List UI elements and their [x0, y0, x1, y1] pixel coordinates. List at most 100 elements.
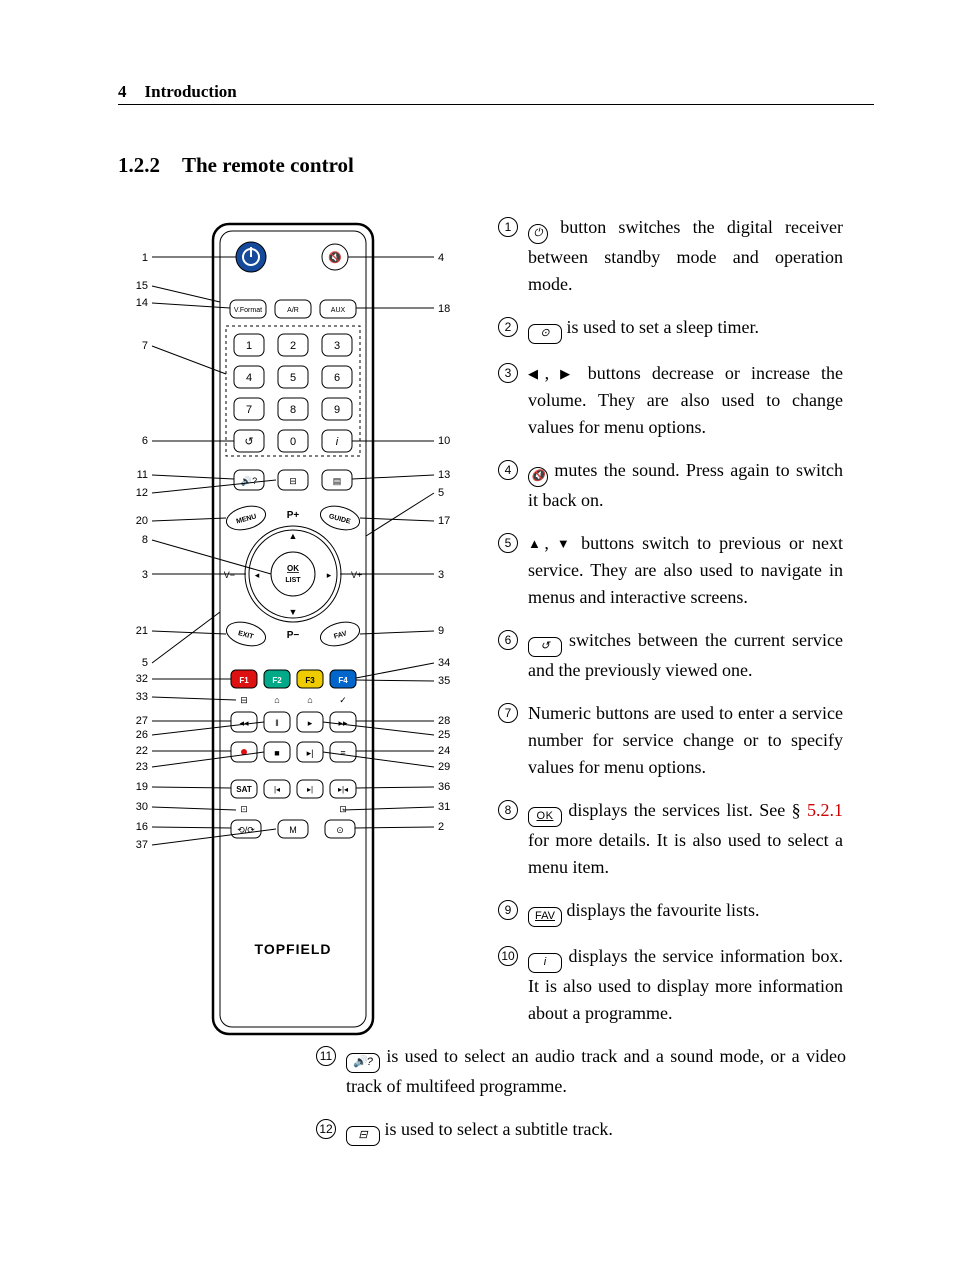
svg-text:AUX: AUX	[331, 307, 346, 314]
svg-text:37: 37	[136, 839, 148, 851]
desc-item-9: 9 FAV displays the favourite lists.	[498, 897, 843, 927]
svg-text:✓: ✓	[339, 695, 347, 705]
marker-12: 12	[316, 1119, 336, 1139]
svg-text:11: 11	[137, 469, 148, 481]
remote-svg: 🔇 V.Format A/R AUX 1 2 3 4 5 6 7	[118, 214, 458, 1054]
svg-text:|◂: |◂	[274, 785, 280, 794]
svg-text:2: 2	[290, 340, 296, 352]
svg-text:■: ■	[274, 748, 279, 758]
audio-icon: 🔊?	[346, 1053, 380, 1073]
svg-text:27: 27	[136, 715, 148, 727]
svg-text:5: 5	[142, 657, 148, 669]
svg-text:▼: ▼	[289, 607, 298, 617]
fav-button-icon: FAV	[528, 907, 562, 927]
power-icon: ⏻	[528, 224, 548, 244]
remote-diagram: 🔇 V.Format A/R AUX 1 2 3 4 5 6 7	[118, 214, 458, 1054]
svg-text:21: 21	[136, 625, 148, 637]
svg-text:↺: ↺	[244, 436, 253, 448]
svg-text:P−: P−	[287, 630, 300, 641]
svg-text:9: 9	[438, 625, 444, 637]
svg-text:SAT: SAT	[236, 785, 252, 794]
subtitle-icon: ⊟	[346, 1126, 380, 1146]
svg-text:14: 14	[136, 297, 148, 309]
marker-4: 4	[498, 460, 518, 480]
svg-text:▸|◂: ▸|◂	[338, 785, 348, 794]
svg-text:⊙: ⊙	[336, 825, 344, 835]
svg-text:OK: OK	[287, 564, 299, 573]
svg-text:15: 15	[136, 280, 148, 292]
marker-8: 8	[498, 800, 518, 820]
mute-icon: 🔇	[528, 467, 548, 487]
svg-text:5: 5	[290, 372, 296, 384]
svg-text:6: 6	[334, 372, 340, 384]
xref-5-2-1[interactable]: 5.2.1	[807, 800, 843, 820]
svg-text:33: 33	[136, 691, 148, 703]
svg-text:▸|: ▸|	[307, 785, 313, 794]
desc-item-10: 10 i displays the service information bo…	[498, 943, 843, 1027]
svg-text:M: M	[289, 825, 297, 835]
desc-item-3: 3 ◀, ▶ buttons decrease or increase the …	[498, 360, 843, 441]
svg-text:V+: V+	[351, 570, 362, 580]
svg-text:18: 18	[438, 303, 450, 315]
svg-text:1: 1	[246, 340, 252, 352]
svg-text:V−: V−	[224, 570, 235, 580]
desc-item-5: 5 ▲, ▼ buttons switch to previous or nex…	[498, 530, 843, 611]
svg-text:23: 23	[136, 761, 148, 773]
svg-text:⌂: ⌂	[274, 695, 279, 705]
desc-item-8: 8 OK displays the services list. See § 5…	[498, 797, 843, 881]
ok-button-icon: OK	[528, 807, 562, 827]
down-arrow-icon: ▼	[557, 536, 573, 551]
marker-9: 9	[498, 900, 518, 920]
svg-text:🔊?: 🔊?	[241, 475, 257, 487]
info-icon: i	[528, 953, 562, 973]
svg-text:9: 9	[334, 404, 340, 416]
svg-text:‖: ‖	[275, 718, 279, 728]
svg-text:F1: F1	[239, 676, 249, 685]
svg-text:20: 20	[136, 515, 148, 527]
svg-text:3: 3	[438, 569, 444, 581]
svg-text:⊡: ⊡	[240, 804, 248, 814]
svg-text:▸▸: ▸▸	[338, 718, 348, 728]
svg-text:4: 4	[246, 372, 252, 384]
running-header: 4Introduction	[118, 82, 874, 105]
svg-text:17: 17	[438, 515, 450, 527]
up-arrow-icon: ▲	[528, 536, 544, 551]
marker-5: 5	[498, 533, 518, 553]
svg-text:LIST: LIST	[285, 577, 301, 584]
svg-text:3: 3	[334, 340, 340, 352]
svg-text:V.Format: V.Format	[234, 307, 262, 314]
svg-text:F4: F4	[338, 676, 348, 685]
desc-item-7: 7 Numeric buttons are used to enter a se…	[498, 700, 843, 781]
svg-text:12: 12	[136, 487, 148, 499]
marker-3: 3	[498, 363, 518, 383]
svg-text:F2: F2	[272, 676, 282, 685]
svg-text:0: 0	[290, 436, 296, 448]
svg-text:⊡: ⊡	[339, 804, 347, 814]
svg-text:⌂: ⌂	[307, 695, 312, 705]
marker-10: 10	[498, 946, 518, 966]
svg-text:28: 28	[438, 715, 450, 727]
marker-2: 2	[498, 317, 518, 337]
svg-text:⊟: ⊟	[289, 476, 297, 486]
desc-item-1: 1 ⏻ button switches the digital receiver…	[498, 214, 843, 298]
desc-item-2: 2 ⊙ is used to set a sleep timer.	[498, 314, 843, 344]
svg-text:🔇: 🔇	[328, 251, 342, 264]
section-title-text: The remote control	[182, 153, 354, 177]
svg-text:13: 13	[438, 469, 450, 481]
desc-item-4: 4 🔇 mutes the sound. Press again to swit…	[498, 457, 843, 514]
section-number: 1.2.2	[118, 153, 160, 177]
svg-text:5: 5	[438, 487, 444, 499]
section-heading: 1.2.2 The remote control	[118, 153, 874, 178]
svg-text:1: 1	[142, 252, 148, 264]
svg-text:32: 32	[136, 673, 148, 685]
svg-text:7: 7	[142, 340, 148, 352]
svg-text:8: 8	[290, 404, 296, 416]
svg-text:▸: ▸	[327, 570, 332, 580]
recall-icon: ↺	[528, 637, 562, 657]
svg-text:31: 31	[438, 801, 450, 813]
svg-text:19: 19	[136, 781, 148, 793]
svg-text:8: 8	[142, 534, 148, 546]
svg-text:◂: ◂	[255, 570, 260, 580]
svg-text:◂◂: ◂◂	[239, 718, 249, 728]
svg-text:25: 25	[438, 729, 450, 741]
